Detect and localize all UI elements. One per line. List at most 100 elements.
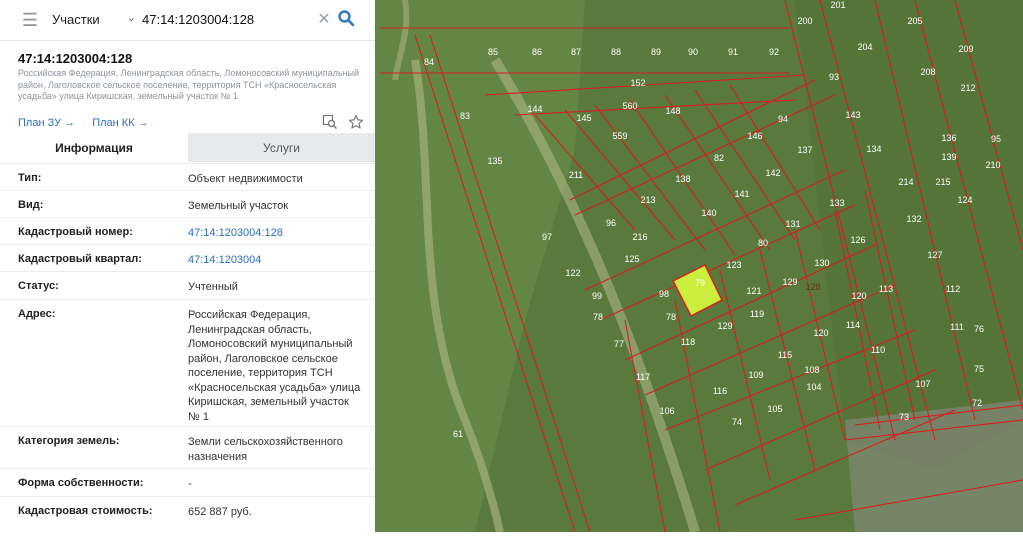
layer-select-label: Участки: [52, 11, 100, 27]
row-key: Форма собственности:: [18, 477, 144, 489]
row-value: Объект недвижимости: [188, 173, 303, 185]
layer-select[interactable]: Участки ⌄: [52, 6, 136, 32]
parcel-number-label: 116: [713, 386, 727, 396]
parcel-number-label: 85: [488, 47, 498, 57]
parcel-number-label: 115: [778, 350, 792, 360]
row-value: Российская Федерация, Ленинградская обла…: [188, 309, 361, 423]
search-bar: ☰ Участки ⌄ ✕: [0, 0, 375, 41]
info-row-kind: Вид: Земельный участок: [0, 190, 375, 218]
plan-links: План ЗУ → План КК →: [18, 117, 163, 129]
parcel-number-label: 117: [636, 372, 650, 382]
parcel-header: 47:14:1203004:128 Российская Федерация, …: [18, 51, 363, 103]
parcel-number-label: 128: [805, 282, 820, 292]
parcel-number-label: 211: [569, 170, 583, 180]
clear-icon[interactable]: ✕: [314, 9, 334, 29]
parcel-number-label: 205: [907, 16, 922, 26]
info-row-cadastral-value: Кадастровая стоимость: 652 887 руб.: [0, 496, 375, 532]
parcel-number-label: 96: [606, 218, 616, 228]
menu-icon[interactable]: ☰: [14, 8, 46, 32]
info-row-ownership: Форма собственности: -: [0, 468, 375, 497]
row-value: Учтенный: [188, 281, 238, 293]
search-input[interactable]: [142, 7, 312, 31]
parcel-number-label: 78: [593, 312, 603, 322]
parcel-number-label: 140: [701, 208, 716, 218]
parcel-number-label: 138: [675, 174, 690, 184]
row-value: 652 887 руб.: [188, 506, 252, 518]
cadastral-number-link[interactable]: 47:14:1203004:128: [188, 226, 363, 241]
cadastral-quarter-link[interactable]: 47:14:1203004: [188, 253, 363, 268]
zoom-to-parcel-icon[interactable]: [322, 114, 338, 130]
search-icon[interactable]: [334, 6, 358, 30]
parcel-number-label: 123: [726, 260, 741, 270]
map-view[interactable]: 201 200 204 205 209 84 85 86 87 88 89 90 91 92 152 93 20…: [375, 0, 1023, 534]
parcel-number-label: 84: [424, 57, 434, 67]
parcel-number-label: 137: [797, 145, 812, 155]
parcel-number-label: 125: [624, 254, 639, 264]
parcel-number-label: 210: [985, 160, 1000, 170]
parcel-number-label: 208: [920, 67, 935, 77]
parcel-number-label: 124: [957, 195, 972, 205]
parcel-number-label: 99: [592, 291, 602, 301]
parcel-number-label: 135: [487, 156, 502, 166]
parcel-number-label: 127: [927, 250, 942, 260]
parcel-number-label: 126: [850, 235, 865, 245]
parcel-number-label: 214: [898, 177, 913, 187]
parcel-subtitle: Российская Федерация, Ленинградская обла…: [18, 68, 360, 101]
parcel-number-label: 139: [941, 152, 956, 162]
parcel-number-label: 131: [785, 219, 800, 229]
parcel-number-label: 78: [666, 312, 676, 322]
parcel-title: 47:14:1203004:128: [18, 51, 133, 66]
row-key: Категория земель:: [18, 435, 120, 447]
tab-bar: Информация Услуги: [0, 133, 375, 162]
star-icon[interactable]: [348, 114, 364, 130]
row-key: Кадастровый номер:: [18, 226, 133, 238]
tab-info[interactable]: Информация: [0, 133, 188, 162]
parcel-number-label: 215: [935, 177, 950, 187]
row-key: Вид:: [18, 199, 44, 211]
row-key: Статус:: [18, 280, 59, 292]
parcel-number-label: 87: [571, 47, 581, 57]
info-row-address: Адрес: Российская Федерация, Ленинградск…: [0, 299, 375, 427]
tab-services[interactable]: Услуги: [188, 133, 375, 162]
parcel-number-label: 119: [750, 309, 764, 319]
parcel-number-label: 152: [630, 78, 645, 88]
parcel-number-label: 201: [830, 0, 845, 10]
parcel-number-label: 107: [915, 379, 930, 389]
plan-kk-link[interactable]: План КК →: [92, 117, 148, 129]
parcel-number-label: 93: [829, 72, 839, 82]
parcel-number-label: 83: [460, 111, 470, 121]
info-row-cadastral-quarter: Кадастровый квартал: 47:14:1203004: [0, 244, 375, 272]
parcel-number-label: 130: [814, 258, 829, 268]
parcel-number-label: 110: [871, 345, 885, 355]
parcel-number-label: 132: [906, 214, 921, 224]
panel-actions: [322, 114, 364, 135]
parcel-number-label: 111: [950, 322, 964, 332]
chevron-down-icon: ⌄: [126, 12, 136, 24]
parcel-number-label: 118: [681, 337, 695, 347]
parcel-number-label: 89: [651, 47, 661, 57]
parcel-number-label: 560: [622, 101, 637, 111]
map-label-61: 61: [453, 429, 463, 439]
info-row-status: Статус: Учтенный: [0, 271, 375, 300]
parcel-number-label: 98: [659, 289, 669, 299]
info-row-cadastral-number: Кадастровый номер: 47:14:1203004:128: [0, 217, 375, 245]
parcel-number-label: 559: [612, 131, 627, 141]
parcel-number-label: 94: [778, 114, 788, 124]
parcel-number-label: 76: [974, 324, 984, 334]
village-area: [845, 400, 1023, 532]
parcel-number-label: 212: [960, 83, 975, 93]
parcel-number-label: 143: [845, 110, 860, 120]
parcel-number-label: 91: [728, 47, 738, 57]
parcel-number-label: 92: [769, 47, 779, 57]
info-row-type: Тип: Объект недвижимости: [0, 163, 375, 191]
parcel-number-label: 148: [665, 106, 680, 116]
parcel-number-label: 75: [974, 364, 984, 374]
plan-zu-link[interactable]: План ЗУ →: [18, 117, 75, 129]
row-key: Адрес:: [18, 308, 56, 320]
row-value: -: [188, 478, 192, 490]
parcel-number-label: 112: [946, 284, 960, 294]
parcel-number-label: 80: [758, 238, 768, 248]
parcel-number-label: 145: [576, 113, 591, 123]
parcel-number-label: 204: [857, 42, 872, 52]
parcel-number-label: 129: [782, 277, 797, 287]
